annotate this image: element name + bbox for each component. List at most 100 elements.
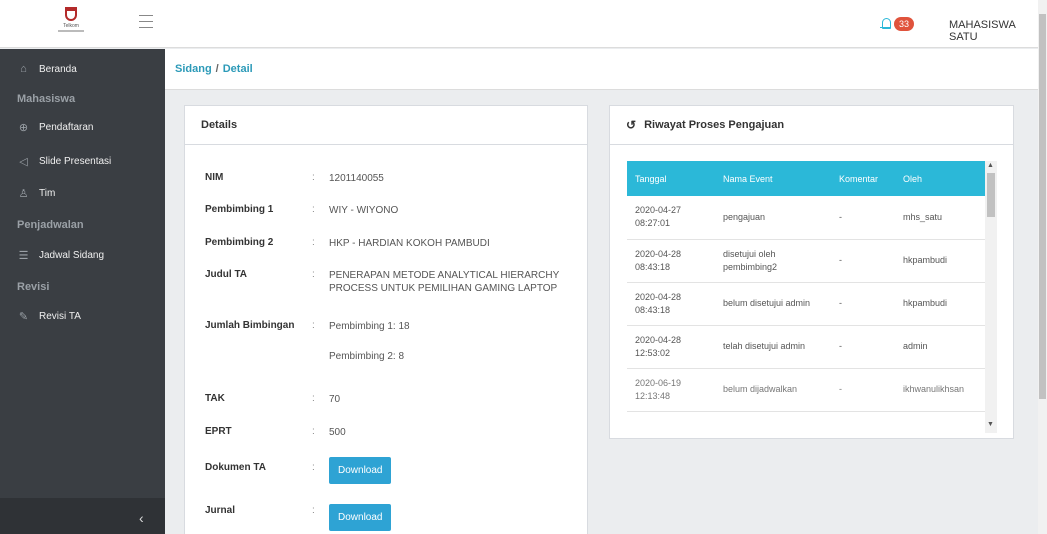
cell-event: pengajuan: [715, 196, 831, 240]
colon: :: [312, 320, 315, 331]
cell-oleh: hkpambudi: [895, 239, 985, 283]
download-jurnal-button[interactable]: Download: [329, 504, 392, 531]
nim-label: NIM: [205, 172, 224, 183]
colon: :: [312, 204, 315, 215]
cell-oleh: ikhwanulikhsan: [895, 368, 985, 412]
jurnal-label: Jurnal: [205, 505, 236, 516]
sidebar-footer: ‹: [0, 498, 165, 534]
colon: :: [312, 237, 315, 248]
notification-badge: 33: [894, 17, 915, 31]
sidebar-item-revisi-ta[interactable]: ✎ Revisi TA: [0, 303, 165, 329]
cell-oleh: admin: [895, 325, 985, 369]
colon: :: [312, 505, 315, 516]
chevron-left-icon[interactable]: ‹: [139, 510, 144, 526]
breadcrumb-parent[interactable]: Sidang: [175, 63, 212, 75]
user-icon: ♙: [18, 187, 29, 200]
logo-mark: [65, 7, 77, 21]
eprt-value: 500: [329, 427, 346, 438]
table-row: 2020-06-19 12:13:48 belum dijadwalkan - …: [627, 368, 985, 412]
page-scrollbar-thumb[interactable]: [1039, 14, 1046, 399]
cell-event: belum disetujui admin: [715, 282, 831, 326]
cell-komentar: -: [831, 196, 895, 240]
column-oleh[interactable]: Oleh: [895, 161, 985, 196]
history-title: Riwayat Proses Pengajuan: [644, 119, 785, 131]
cell-komentar: -: [831, 325, 895, 369]
table-row: 2020-04-28 08:43:18 disetujui oleh pembi…: [627, 239, 985, 283]
breadcrumb-separator: /: [215, 63, 219, 75]
logo-text: Telkom: [63, 23, 79, 29]
column-nama-event[interactable]: Nama Event: [715, 161, 831, 196]
sidebar-item-label: Pendaftaran: [39, 121, 94, 133]
notification-button[interactable]: 33: [880, 14, 915, 34]
sidebar-item-label: Slide Presentasi: [39, 155, 112, 167]
sidebar: ⌂ Beranda Mahasiswa ⊕ Pendaftaran ◁ Slid…: [0, 49, 165, 534]
cell-tanggal: 2020-04-27 08:27:01: [627, 196, 715, 240]
sidebar-item-label: Beranda: [39, 63, 77, 75]
section-revisi: Revisi: [17, 281, 50, 293]
dokumen-ta-label: Dokumen TA: [205, 462, 266, 473]
table-header-row: Tanggal Nama Event Komentar Oleh: [627, 161, 985, 196]
edit-icon: ✎: [18, 310, 29, 323]
column-komentar[interactable]: Komentar: [831, 161, 895, 196]
cell-tanggal: 2020-04-28 08:43:18: [627, 239, 715, 283]
cell-komentar: -: [831, 282, 895, 326]
bell-icon: [880, 17, 892, 31]
cell-komentar: -: [831, 368, 895, 412]
colon: :: [312, 462, 315, 473]
colon: :: [312, 269, 315, 280]
details-title: Details: [185, 106, 587, 145]
cell-event: telah disetujui admin: [715, 325, 831, 369]
history-card: ↺ Riwayat Proses Pengajuan Tanggal Nama …: [609, 105, 1014, 439]
list-icon: ☰: [18, 249, 29, 262]
sidebar-item-jadwal-sidang[interactable]: ☰ Jadwal Sidang: [0, 242, 165, 268]
page-scrollbar[interactable]: [1038, 0, 1047, 534]
sidebar-item-slide-presentasi[interactable]: ◁ Slide Presentasi: [0, 148, 165, 174]
table-row: 2020-04-27 08:27:01 pengajuan - mhs_satu: [627, 196, 985, 240]
breadcrumb-bar: Sidang / Detail: [165, 49, 1038, 90]
judul-ta-label: Judul TA: [205, 269, 248, 280]
download-dokumen-button[interactable]: Download: [329, 457, 392, 484]
pembimbing-2-label: Pembimbing 2: [205, 237, 274, 248]
sidebar-item-label: Revisi TA: [39, 310, 81, 322]
colon: :: [312, 172, 315, 183]
section-penjadwalan: Penjadwalan: [17, 219, 84, 231]
judul-ta-value: PENERAPAN METODE ANALYTICAL HIERARCHY PR…: [329, 270, 560, 294]
pembimbing-1-label: Pembimbing 1: [205, 204, 274, 215]
user-menu[interactable]: MAHASISWA SATU: [949, 19, 1038, 43]
cell-tanggal: 2020-06-19 12:13:48: [627, 368, 715, 412]
column-tanggal[interactable]: Tanggal: [627, 161, 715, 196]
table-row: 2020-04-28 12:53:02 telah disetujui admi…: [627, 325, 985, 369]
scroll-up-icon[interactable]: ▲: [987, 162, 994, 169]
sidebar-item-beranda[interactable]: ⌂ Beranda: [0, 56, 165, 82]
nim-value: 1201140055: [329, 173, 384, 184]
history-table: Tanggal Nama Event Komentar Oleh 2020-04…: [627, 161, 985, 412]
tak-label: TAK: [205, 393, 225, 404]
plus-circle-icon: ⊕: [18, 121, 29, 134]
jumlah-bimbingan-1: Pembimbing 1: 18: [329, 321, 410, 332]
home-icon: ⌂: [20, 63, 27, 75]
cell-oleh: mhs_satu: [895, 196, 985, 240]
jumlah-bimbingan-label: Jumlah Bimbingan: [205, 320, 295, 331]
sidebar-item-pendaftaran[interactable]: ⊕ Pendaftaran: [0, 114, 165, 140]
cell-komentar: -: [831, 239, 895, 283]
details-card: Details NIM : 1201140055 Pembimbing 1 : …: [184, 105, 588, 534]
history-scrollbar[interactable]: ▲ ▼: [985, 161, 997, 433]
scrollbar-thumb[interactable]: [987, 173, 995, 217]
cell-event: belum dijadwalkan: [715, 368, 831, 412]
send-icon: ◁: [19, 155, 28, 168]
menu-icon[interactable]: [139, 15, 153, 28]
sidebar-item-tim[interactable]: ♙ Tim: [0, 180, 165, 206]
cell-tanggal: 2020-04-28 12:53:02: [627, 325, 715, 369]
telkom-logo[interactable]: Telkom: [58, 7, 84, 41]
top-navbar: Telkom 33 MAHASISWA SATU: [0, 0, 1038, 48]
history-header: ↺ Riwayat Proses Pengajuan: [610, 106, 1013, 145]
jumlah-bimbingan-2: Pembimbing 2: 8: [329, 351, 405, 362]
colon: :: [312, 426, 315, 437]
cell-tanggal: 2020-04-28 08:43:18: [627, 282, 715, 326]
sidebar-item-label: Jadwal Sidang: [39, 249, 105, 261]
cell-event: disetujui oleh pembimbing2: [715, 239, 831, 283]
pembimbing-1-value: WIY - WIYONO: [329, 205, 399, 216]
sidebar-item-label: Tim: [39, 187, 56, 199]
colon: :: [312, 393, 315, 404]
scroll-down-icon[interactable]: ▼: [987, 421, 994, 428]
